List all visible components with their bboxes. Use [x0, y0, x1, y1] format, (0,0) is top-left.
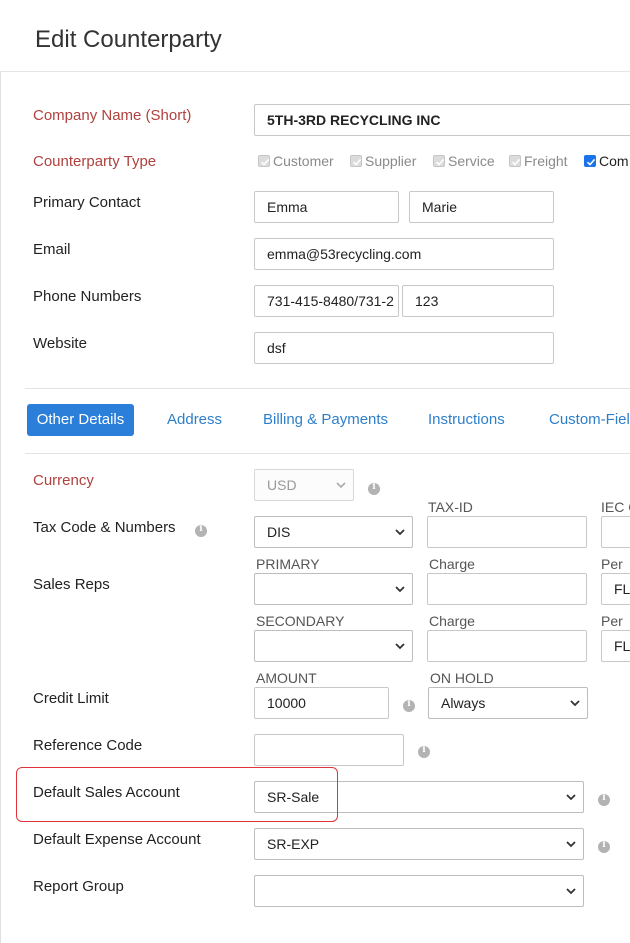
checkbox-freight[interactable]: Freight — [509, 153, 568, 169]
company-name-input[interactable]: 5TH-3RD RECYCLING INC — [254, 104, 630, 136]
chevron-down-icon — [336, 482, 346, 489]
chevron-down-icon — [395, 643, 405, 650]
tab-instructions[interactable]: Instructions — [428, 411, 505, 428]
chevron-down-icon — [395, 586, 405, 593]
chevron-down-icon — [566, 794, 576, 801]
page-title: Edit Counterparty — [35, 26, 222, 53]
counterparty-type-label: Counterparty Type — [33, 153, 157, 170]
tax-code-select[interactable]: DIS — [254, 516, 413, 548]
primary-rep-select[interactable] — [254, 573, 413, 605]
on-hold-select[interactable]: Always — [428, 687, 588, 719]
company-name-label: Company Name (Short) — [33, 107, 192, 124]
tax-id-heading: TAX-ID — [428, 499, 473, 515]
first-name-input[interactable]: Emma — [254, 191, 399, 223]
checkbox-customer[interactable]: Customer — [258, 153, 334, 169]
checkbox-icon — [584, 155, 596, 167]
default-expense-account-value: SR-EXP — [267, 836, 320, 852]
phone-primary-input[interactable]: 731-415-8480/731-2 — [254, 285, 399, 317]
report-group-label: Report Group — [33, 878, 124, 895]
phone-secondary-input[interactable]: 123 — [402, 285, 554, 317]
currency-label: Currency — [33, 472, 94, 489]
website-label: Website — [33, 335, 87, 352]
checkbox-com[interactable]: Com — [584, 153, 629, 169]
charge2-heading: Charge — [429, 613, 475, 629]
currency-value: USD — [267, 477, 297, 493]
email-input[interactable]: emma@53recycling.com — [254, 238, 554, 270]
info-icon[interactable] — [418, 745, 430, 758]
primary-contact-label: Primary Contact — [33, 194, 141, 211]
credit-limit-label: Credit Limit — [33, 690, 109, 707]
primary-rep-heading: PRIMARY — [256, 556, 320, 572]
checkbox-icon — [433, 155, 445, 167]
chevron-down-icon — [566, 841, 576, 848]
report-group-select[interactable] — [254, 875, 584, 907]
charge2-input[interactable] — [427, 630, 587, 662]
on-hold-heading: ON HOLD — [430, 670, 494, 686]
charge-input[interactable] — [427, 573, 587, 605]
default-expense-account-label: Default Expense Account — [33, 831, 201, 848]
iec-heading: IEC C — [601, 499, 630, 515]
reference-code-label: Reference Code — [33, 737, 143, 754]
email-label: Email — [33, 241, 71, 258]
reference-code-input[interactable] — [254, 734, 404, 766]
checkbox-icon — [258, 155, 270, 167]
checkbox-supplier[interactable]: Supplier — [350, 153, 416, 169]
info-icon[interactable] — [368, 482, 380, 495]
secondary-rep-select[interactable] — [254, 630, 413, 662]
charge-heading: Charge — [429, 556, 475, 572]
chevron-down-icon — [566, 888, 576, 895]
website-input[interactable]: dsf — [254, 332, 554, 364]
tab-custom-field[interactable]: Custom-Field — [549, 411, 630, 428]
chevron-down-icon — [570, 700, 580, 707]
tab-other-details[interactable]: Other Details — [27, 404, 134, 436]
info-icon[interactable] — [598, 840, 610, 853]
credit-amount-input[interactable]: 10000 — [254, 687, 389, 719]
amount-heading: AMOUNT — [256, 670, 317, 686]
default-expense-account-select[interactable]: SR-EXP — [254, 828, 584, 860]
tabs-divider — [25, 453, 630, 454]
tax-code-value: DIS — [267, 524, 291, 540]
checkbox-service[interactable]: Service — [433, 153, 495, 169]
tab-billing-payments[interactable]: Billing & Payments — [263, 411, 388, 428]
on-hold-value: Always — [441, 695, 486, 711]
tax-code-label: Tax Code & Numbers — [33, 519, 176, 536]
tax-id-input[interactable] — [427, 516, 587, 548]
page-header: Edit Counterparty — [0, 0, 630, 72]
info-icon[interactable] — [403, 699, 415, 712]
iec-input[interactable] — [601, 516, 630, 548]
section-divider — [25, 388, 630, 389]
info-icon[interactable] — [598, 793, 610, 806]
per2-input[interactable]: FL — [601, 630, 630, 662]
left-border — [0, 72, 1, 943]
phone-label: Phone Numbers — [33, 288, 142, 305]
last-name-input[interactable]: Marie — [409, 191, 554, 223]
checkbox-icon — [350, 155, 362, 167]
sales-reps-label: Sales Reps — [33, 576, 110, 593]
per2-heading: Per — [601, 613, 623, 629]
chevron-down-icon — [395, 529, 405, 536]
secondary-rep-heading: SECONDARY — [256, 613, 345, 629]
currency-select[interactable]: USD — [254, 469, 354, 501]
info-icon[interactable] — [195, 524, 207, 537]
highlight-box — [16, 767, 338, 822]
checkbox-icon — [509, 155, 521, 167]
per-heading: Per — [601, 556, 623, 572]
tab-address[interactable]: Address — [167, 411, 222, 428]
per-input[interactable]: FL — [601, 573, 630, 605]
